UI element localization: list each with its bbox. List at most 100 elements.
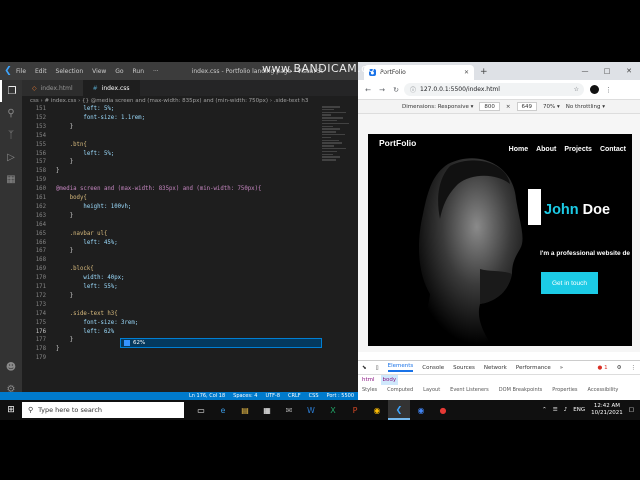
- close-tab-icon[interactable]: ✕: [464, 69, 469, 76]
- edge-icon[interactable]: e: [212, 400, 234, 420]
- css-file-icon: #: [92, 84, 98, 92]
- explorer-icon[interactable]: ❐: [0, 80, 22, 102]
- tab-console[interactable]: Console: [422, 365, 444, 371]
- tab-sources[interactable]: Sources: [453, 365, 475, 371]
- search-icon: ⚲: [28, 406, 34, 414]
- status-cursor[interactable]: Ln 176, Col 18: [189, 393, 225, 399]
- code-line: }: [56, 123, 74, 130]
- nav-home[interactable]: Home: [509, 146, 528, 153]
- menu-go[interactable]: Go: [115, 68, 123, 75]
- menu-run[interactable]: Run: [133, 68, 145, 75]
- tab-index-html[interactable]: ◇ index.html: [22, 80, 83, 96]
- start-button-icon[interactable]: ⊞: [0, 400, 22, 420]
- tab-performance[interactable]: Performance: [516, 365, 551, 371]
- subtab-accessibility[interactable]: Accessibility: [588, 385, 619, 395]
- tab-label: index.css: [101, 84, 130, 92]
- error-badge[interactable]: ● 1: [598, 365, 608, 371]
- maximize-icon[interactable]: □: [596, 62, 618, 80]
- menu-view[interactable]: View: [92, 68, 106, 75]
- reload-icon[interactable]: ↻: [390, 86, 402, 94]
- autocomplete-suggestion[interactable]: 62%: [120, 338, 322, 348]
- network-icon[interactable]: ☰: [553, 407, 558, 413]
- tab-elements[interactable]: Elements: [387, 363, 414, 372]
- volume-icon[interactable]: ♪: [564, 407, 568, 413]
- vscode-taskbar-icon[interactable]: ❮: [388, 400, 410, 420]
- taskbar-search[interactable]: ⚲ Type here to search: [22, 402, 184, 418]
- status-language[interactable]: CSS: [309, 393, 319, 399]
- viewport-width-input[interactable]: 800: [479, 102, 500, 111]
- powerpoint-icon[interactable]: P: [344, 400, 366, 420]
- menu-more[interactable]: ···: [153, 68, 159, 75]
- site-logo[interactable]: PortFolio: [379, 138, 416, 148]
- language-indicator[interactable]: ENG: [573, 407, 585, 413]
- account-icon[interactable]: ☻: [0, 356, 22, 378]
- status-indent[interactable]: Spaces: 4: [233, 393, 257, 399]
- status-encoding[interactable]: UTF-8: [265, 393, 280, 399]
- status-eol[interactable]: CRLF: [288, 393, 301, 399]
- source-control-icon[interactable]: ᛉ: [0, 124, 22, 146]
- dom-breadcrumb: html body: [358, 375, 640, 385]
- line-number: 158: [35, 168, 46, 175]
- excel-icon[interactable]: X: [322, 400, 344, 420]
- crumb-html[interactable]: html: [362, 375, 375, 385]
- inspect-icon[interactable]: ⬊: [362, 365, 367, 371]
- new-tab-icon[interactable]: +: [480, 67, 488, 77]
- subtab-dom-breakpoints[interactable]: DOM Breakpoints: [499, 385, 542, 395]
- address-bar[interactable]: ⓘ 127.0.0.1:5500/index.html ☆: [404, 83, 584, 96]
- crumb-body[interactable]: body: [380, 375, 399, 385]
- dimensions-select[interactable]: Dimensions: Responsive ▾: [402, 104, 473, 110]
- subtab-computed[interactable]: Computed: [387, 385, 413, 395]
- subtab-layout[interactable]: Layout: [423, 385, 440, 395]
- subtab-styles[interactable]: Styles: [362, 385, 377, 395]
- minimize-icon[interactable]: —: [574, 62, 596, 80]
- bookmark-star-icon[interactable]: ☆: [574, 86, 579, 93]
- back-icon[interactable]: ←: [362, 86, 374, 94]
- nav-about[interactable]: About: [536, 146, 556, 153]
- throttle-select[interactable]: No throttling ▾: [566, 104, 605, 110]
- forward-icon[interactable]: →: [376, 86, 388, 94]
- clock-time: 12:42 AM: [593, 403, 620, 409]
- minimap[interactable]: [322, 106, 352, 266]
- site-nav: Home About Projects Contact: [509, 146, 626, 153]
- notifications-icon[interactable]: □: [629, 407, 634, 413]
- menu-selection[interactable]: Selection: [56, 68, 84, 75]
- breadcrumb[interactable]: css › # index.css › {} @media screen and…: [22, 96, 358, 106]
- mail-icon[interactable]: ✉: [278, 400, 300, 420]
- store-icon[interactable]: ▦: [256, 400, 278, 420]
- word-icon[interactable]: W: [300, 400, 322, 420]
- nav-contact[interactable]: Contact: [600, 146, 626, 153]
- extensions-icon[interactable]: ▦: [0, 168, 22, 190]
- file-explorer-icon[interactable]: ▤: [234, 400, 256, 420]
- chrome-icon[interactable]: ◉: [366, 400, 388, 420]
- devtools-settings-icon[interactable]: ⚙: [617, 365, 622, 371]
- zoom-select[interactable]: 70% ▾: [543, 104, 560, 110]
- dimension-separator: ×: [505, 103, 511, 110]
- device-toggle-icon[interactable]: ▯: [376, 365, 379, 371]
- nav-projects[interactable]: Projects: [564, 146, 592, 153]
- tray-overflow-icon[interactable]: ⌃: [542, 407, 547, 413]
- chrome-canary-icon[interactable]: ◉: [410, 400, 432, 420]
- profile-avatar[interactable]: [590, 85, 599, 94]
- subtab-event-listeners[interactable]: Event Listeners: [450, 385, 489, 395]
- subtab-properties[interactable]: Properties: [552, 385, 577, 395]
- browser-menu-icon[interactable]: ⋮: [605, 86, 612, 94]
- run-debug-icon[interactable]: ▷: [0, 146, 22, 168]
- bandicam-icon[interactable]: ●: [432, 400, 454, 420]
- clock[interactable]: 12:42 AM 10/21/2021: [591, 403, 623, 417]
- code-line: body{: [56, 195, 87, 201]
- task-view-icon[interactable]: ▭: [190, 400, 212, 420]
- styles-subtabs: Styles Computed Layout Event Listeners D…: [358, 385, 640, 395]
- code-line: .navbar ul{: [56, 230, 108, 237]
- tab-network[interactable]: Network: [484, 365, 507, 371]
- get-in-touch-button[interactable]: Get in touch: [541, 272, 598, 294]
- devtools-menu-icon[interactable]: ⋮: [631, 365, 640, 371]
- close-window-icon[interactable]: ✕: [618, 62, 640, 80]
- status-live-server[interactable]: Port : 5500: [327, 393, 355, 399]
- tab-index-css[interactable]: # index.css: [82, 80, 140, 96]
- menu-file[interactable]: File: [16, 68, 26, 75]
- site-info-icon[interactable]: ⓘ: [410, 85, 416, 94]
- menu-edit[interactable]: Edit: [35, 68, 47, 75]
- viewport-height-input[interactable]: 649: [516, 102, 538, 111]
- more-tabs-icon[interactable]: »: [560, 365, 563, 371]
- search-icon[interactable]: ⚲: [0, 102, 22, 124]
